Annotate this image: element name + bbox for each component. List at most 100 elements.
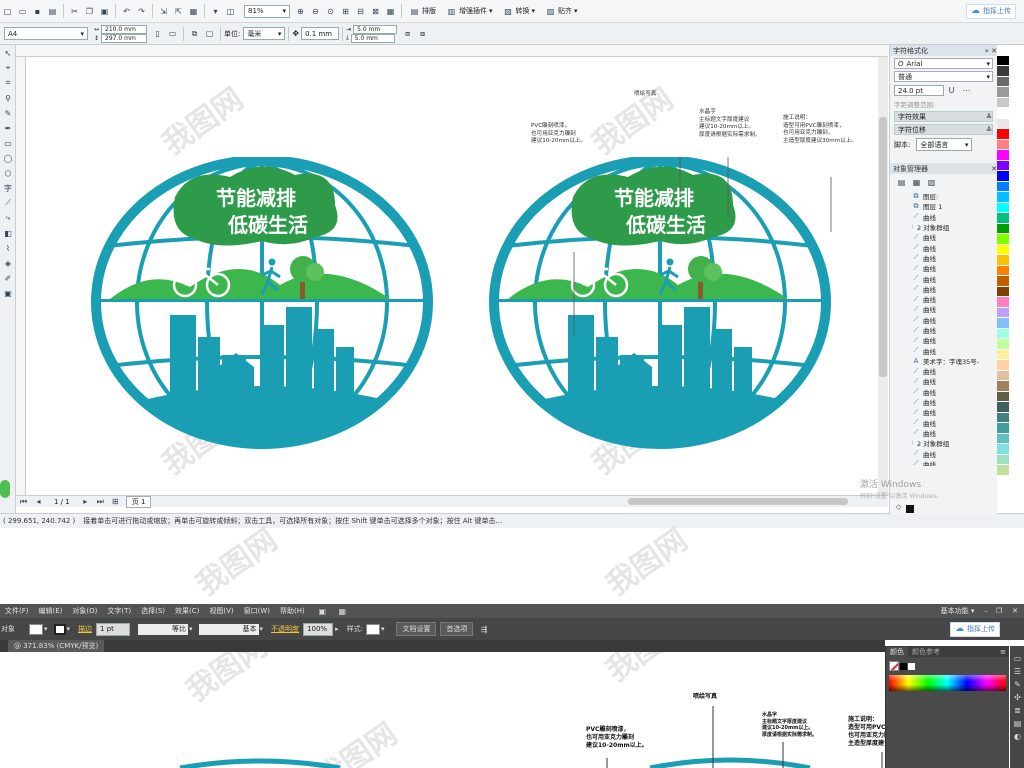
fill-tool-icon[interactable]: ◈	[1, 256, 15, 270]
export-icon[interactable]: ⇱	[172, 5, 185, 18]
palette-swatch[interactable]	[997, 255, 1009, 266]
snap-grid-icon[interactable]: ▦	[384, 5, 397, 18]
tree-item[interactable]: ⟋ 曲线	[912, 242, 997, 253]
palette-swatch[interactable]	[997, 412, 1009, 423]
palette-swatch[interactable]	[997, 181, 1009, 192]
tree-item[interactable]: ⊞2 对象群组	[912, 222, 997, 232]
palette-swatch[interactable]	[997, 444, 1009, 455]
palette-swatch[interactable]	[997, 202, 1009, 213]
paper-size-select[interactable]: A4 ▾	[4, 27, 88, 40]
print-icon[interactable]: ▤	[46, 5, 59, 18]
document-setup-button[interactable]: 文档设置	[396, 622, 437, 636]
palette-swatch[interactable]	[997, 328, 1009, 339]
fill-color-swatch[interactable]	[29, 623, 43, 635]
palette-swatch[interactable]	[997, 265, 1009, 276]
object-tree[interactable]: ⧉图层:⧉图层 1⟋曲线⊞2 对象群组⟋曲线⟋曲线⟋曲线⟋曲线⟋曲线⟋曲线⟋曲线…	[912, 191, 997, 466]
publish-icon[interactable]: ▦	[187, 5, 200, 18]
workspace-switcher[interactable]: 基本功能 ▾	[941, 606, 975, 616]
black-swatch[interactable]	[900, 662, 907, 670]
align-icon[interactable]: ⇶	[477, 623, 490, 636]
layout-button[interactable]: ▤ 排版	[407, 5, 436, 18]
convert-button[interactable]: ▧ 转换 ▾	[501, 5, 535, 18]
page-height-input[interactable]: 297.0 mm	[101, 33, 148, 43]
outline-tool-icon[interactable]: ✐	[1, 271, 15, 285]
connector-tool-icon[interactable]: ⤷	[1, 211, 15, 225]
palette-swatch[interactable]	[997, 433, 1009, 444]
underline-icon[interactable]: U	[945, 84, 958, 97]
tree-item[interactable]: ⟋ 曲线	[912, 366, 997, 377]
panel-icon[interactable]: ▭	[1011, 652, 1024, 665]
color-spectrum[interactable]	[889, 675, 1006, 691]
palette-swatch[interactable]	[997, 66, 1009, 77]
layers-icon[interactable]: ☰	[1011, 665, 1024, 678]
redo-icon[interactable]: ↷	[135, 5, 148, 18]
palette-swatch[interactable]	[997, 244, 1009, 255]
palette-swatch[interactable]	[997, 423, 1009, 434]
close-icon[interactable]: ✕	[1012, 607, 1018, 615]
palette-swatch[interactable]	[997, 108, 1009, 119]
zoom-width-icon[interactable]: ⊟	[354, 5, 367, 18]
palette-swatch[interactable]	[997, 391, 1009, 402]
upload-button[interactable]: ☁ 指挥上传	[966, 3, 1016, 19]
tree-item[interactable]: ⧉ 图层 1	[912, 201, 997, 212]
white-swatch[interactable]	[908, 662, 915, 670]
preferences-button[interactable]: 首选项	[440, 622, 474, 636]
ai-menu-item[interactable]: 文字(T)	[107, 606, 131, 616]
script-select[interactable]: 全部语言 ▾	[916, 138, 973, 151]
char-effect-section[interactable]: 字符效果 ≚	[894, 111, 993, 122]
transparency-icon[interactable]: ◐	[1011, 730, 1024, 743]
import-icon[interactable]: ⇲	[157, 5, 170, 18]
next-page-icon[interactable]: ▸	[79, 495, 92, 508]
last-page-icon[interactable]: ⏭	[94, 495, 107, 508]
open-file-icon[interactable]: ▭	[16, 5, 29, 18]
new-file-icon[interactable]: □	[1, 5, 14, 18]
palette-swatch[interactable]	[997, 192, 1009, 203]
portrait-icon[interactable]: ▯	[151, 27, 164, 40]
graphic-style-swatch[interactable]	[365, 623, 380, 635]
palette-swatch[interactable]	[997, 276, 1009, 287]
show-properties-icon[interactable]: ▦	[910, 176, 923, 189]
gradient-icon[interactable]: ▤	[1011, 717, 1024, 730]
color-tab[interactable]: 颜色	[886, 646, 908, 657]
tree-item[interactable]: A 美术字：字魂35号-	[912, 356, 997, 366]
zoom-fit-icon[interactable]: ⊙	[324, 5, 337, 18]
interactive-fill-icon[interactable]: ◧	[1, 226, 15, 240]
palette-swatch[interactable]	[997, 213, 1009, 224]
side-badge-icon[interactable]	[0, 480, 10, 498]
variable-width-profile[interactable]: 等比	[138, 623, 189, 635]
palette-swatch[interactable]	[997, 139, 1009, 150]
smart-fill-icon[interactable]: ▣	[1, 286, 15, 300]
tree-item[interactable]: ⟋ 曲线	[912, 315, 997, 325]
brushes-icon[interactable]: ✎	[1011, 678, 1024, 691]
vertical-scrollbar[interactable]	[878, 57, 888, 495]
palette-swatch[interactable]	[997, 55, 1009, 66]
unit-select[interactable]: 毫米 ▾	[243, 27, 286, 40]
palette-swatch[interactable]	[997, 87, 1009, 98]
palette-swatch[interactable]	[997, 349, 1009, 360]
welcome-icon[interactable]: ◫	[224, 5, 237, 18]
palette-swatch[interactable]	[997, 234, 1009, 245]
tree-item[interactable]: ⟋ 曲线	[912, 325, 997, 336]
units-icon[interactable]: ⧈	[401, 27, 414, 40]
ai-menu-item[interactable]: 文件(F)	[5, 606, 29, 616]
tree-item[interactable]: ⟋ 曲线	[912, 253, 997, 263]
paste-icon[interactable]: ▣	[98, 5, 111, 18]
tree-item[interactable]: ⟋ 曲线	[912, 448, 997, 459]
text-tool-icon[interactable]: 字	[1, 181, 15, 195]
dup-y-input[interactable]: 5.0 mm	[350, 33, 395, 43]
edit-across-layers-icon[interactable]: ▧	[925, 176, 938, 189]
bridge-icon[interactable]: ▣	[316, 605, 329, 618]
tree-item[interactable]: ⟋ 曲线	[912, 212, 997, 222]
tree-item[interactable]: ⟋ 曲线	[912, 345, 997, 356]
add-page-icon[interactable]: ⊞	[109, 495, 122, 508]
minimize-icon[interactable]: –	[984, 607, 988, 615]
panel-menu-icon[interactable]: ≡	[1000, 648, 1006, 656]
palette-swatch[interactable]	[997, 118, 1009, 129]
horizontal-ruler[interactable]	[16, 45, 888, 57]
undo-icon[interactable]: ↶	[120, 5, 133, 18]
page-tab[interactable]: 页 1	[125, 495, 152, 508]
parallel-dimension-tool-icon[interactable]: ⟋	[1, 196, 15, 210]
arrange-documents-icon[interactable]: ▦	[336, 605, 349, 618]
palette-swatch[interactable]	[997, 465, 1009, 476]
snap-button[interactable]: ▨ 贴齐 ▾	[543, 5, 578, 18]
